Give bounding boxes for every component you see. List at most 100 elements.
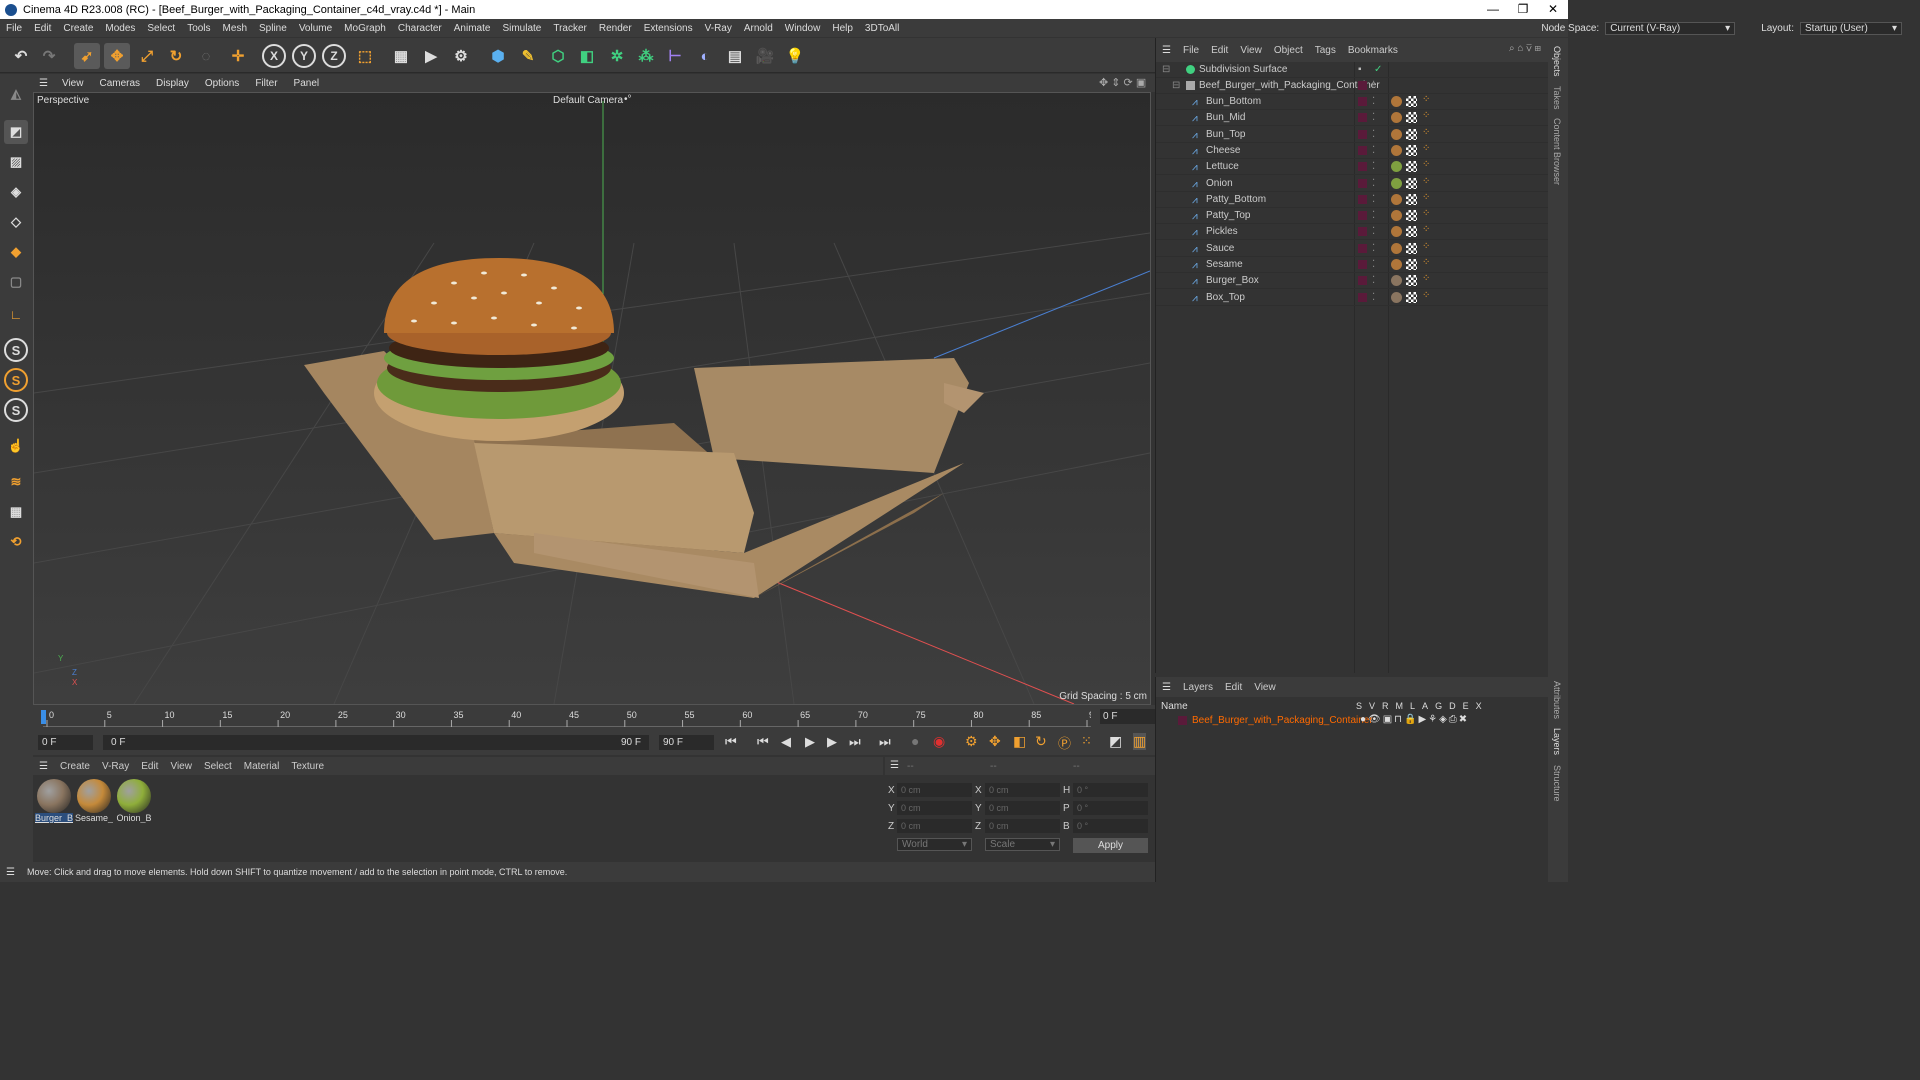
menu-animate[interactable]: Animate <box>448 23 497 34</box>
workplane-snap-icon[interactable]: S <box>4 398 28 422</box>
timeline-layout-icon[interactable]: ▥ <box>1133 733 1147 750</box>
visibility-dots-icon[interactable]: ⁚ <box>1372 194 1375 205</box>
uvw-tag-icon[interactable] <box>1406 275 1417 287</box>
layer-color-swatch[interactable] <box>1358 260 1367 269</box>
viewport-menu-filter[interactable]: Filter <box>247 78 285 89</box>
visibility-dots-icon[interactable]: ⁚ <box>1372 275 1375 286</box>
layer-menu-layers[interactable]: Layers <box>1177 682 1219 693</box>
object-row[interactable]: ⩘ Bun_Top ⁚ ⁘ <box>1156 127 1549 143</box>
menu-file[interactable]: File <box>0 23 28 34</box>
material-slot[interactable]: Onion_B <box>115 779 153 823</box>
vray-tag-icon[interactable]: ⁘ <box>1422 127 1430 138</box>
material-tag-icon[interactable] <box>1391 177 1402 189</box>
make-editable-icon[interactable]: ◭ <box>4 82 28 106</box>
hamburger-icon[interactable]: ☰ <box>890 760 899 771</box>
menu-mesh[interactable]: Mesh <box>217 23 253 34</box>
tab-takes[interactable]: Takes <box>1552 86 1562 110</box>
menu-help[interactable]: Help <box>826 23 859 34</box>
enabled-check-icon[interactable]: ✓ <box>1374 64 1382 75</box>
object-row[interactable]: ⩘ Patty_Bottom ⁚ ⁘ <box>1156 192 1549 208</box>
visibility-dots-icon[interactable]: ⁚ <box>1372 161 1375 172</box>
hamburger-icon[interactable]: ☰ <box>0 867 21 878</box>
menu-create[interactable]: Create <box>57 23 99 34</box>
close-button[interactable]: ✕ <box>1538 0 1568 19</box>
uvw-tag-icon[interactable] <box>1406 291 1417 303</box>
tweak-icon[interactable]: ☝ <box>4 434 28 458</box>
goto-end-icon[interactable]: ⏭ <box>879 734 891 750</box>
tab-content-browser[interactable]: Content Browser <box>1552 118 1562 185</box>
material-tag-icon[interactable] <box>1391 242 1402 254</box>
viewport-navigation-icons[interactable]: ✥ ⇕ ⟳ ▣ <box>1091 76 1154 89</box>
menu-mograph[interactable]: MoGraph <box>338 23 392 34</box>
uvw-tag-icon[interactable] <box>1406 144 1417 156</box>
object-menu-bookmarks[interactable]: Bookmarks <box>1342 45 1404 56</box>
render-settings-icon[interactable]: ⚙ <box>448 43 474 69</box>
layer-color-swatch[interactable] <box>1358 178 1367 188</box>
coordinate-system-select[interactable]: World ▾ <box>897 838 972 851</box>
coordinate-system-icon[interactable]: ⬚ <box>352 43 378 69</box>
transform-tool-icon[interactable]: ✛ <box>225 43 251 69</box>
workplane-icon[interactable]: ≋ <box>4 470 28 494</box>
visibility-dots-icon[interactable]: ⁚ <box>1372 96 1375 107</box>
prev-frame-icon[interactable]: ◀ <box>781 734 791 750</box>
hamburger-icon[interactable]: ☰ <box>1156 45 1177 56</box>
maximize-button[interactable]: ❐ <box>1508 0 1538 19</box>
timeline-ruler[interactable]: 0 5 10 15 20 25 30 35 40 45 50 55 60 65 70 75 80 85 90 0 F <box>33 705 1155 730</box>
visibility-dots-icon[interactable]: ⁚ <box>1372 112 1375 123</box>
object-row[interactable]: ⩘ Bun_Bottom ⁚ ⁘ <box>1156 94 1549 110</box>
polygon-mode-icon[interactable]: ◆ <box>4 240 28 264</box>
undo-icon[interactable]: ↶ <box>8 43 34 69</box>
material-slot[interactable]: Burger_B <box>35 779 73 823</box>
object-row[interactable]: ⩘ Lettuce ⁚ ⁘ <box>1156 159 1549 176</box>
visibility-dots-icon[interactable]: ⁚ <box>1372 292 1375 303</box>
playhead[interactable] <box>41 710 46 724</box>
layer-color-swatch[interactable] <box>1358 97 1367 106</box>
minimize-button[interactable]: — <box>1478 0 1508 19</box>
object-row[interactable]: ⩘ Pickles ⁚ ⁘ <box>1156 224 1549 241</box>
material-tag-icon[interactable] <box>1391 144 1402 156</box>
redo-icon[interactable]: ↷ <box>36 43 62 69</box>
object-row[interactable]: ⩘ Sauce ⁚ ⁘ <box>1156 241 1549 257</box>
record-keys-icon[interactable]: ● <box>911 733 919 749</box>
hamburger-icon[interactable]: ☰ <box>33 78 54 89</box>
apply-button[interactable]: Apply <box>1073 838 1148 853</box>
hamburger-icon[interactable]: ☰ <box>1156 682 1177 693</box>
size-x-field[interactable]: 0 cm <box>985 783 1060 797</box>
viewport-menu-options[interactable]: Options <box>197 78 247 89</box>
vray-tag-icon[interactable]: ⁘ <box>1422 94 1430 105</box>
material-menu-material[interactable]: Material <box>238 761 286 772</box>
rotation-key-icon[interactable]: ↻ <box>1035 733 1047 750</box>
next-key-icon[interactable]: ⏭ <box>849 734 861 750</box>
material-menu-edit[interactable]: Edit <box>135 761 164 772</box>
edge-mode-icon[interactable]: ◇ <box>4 210 28 234</box>
rotate-tool-icon[interactable]: ↻ <box>163 43 189 69</box>
scale-key-icon[interactable]: ◧ <box>1013 733 1026 750</box>
perspective-viewport[interactable]: Perspective Default Camera •° Grid Spaci… <box>33 92 1151 705</box>
camera-label[interactable]: Default Camera <box>553 95 623 106</box>
vray-tag-icon[interactable]: ⁘ <box>1422 290 1430 301</box>
menu-tools[interactable]: Tools <box>181 23 216 34</box>
tab-structure[interactable]: Structure <box>1552 765 1562 802</box>
search-icon[interactable]: ⌕ ⌂ ⊽ ⊞ <box>1509 43 1541 54</box>
live-selection-icon[interactable]: ➹ <box>74 43 100 69</box>
size-z-field[interactable]: 0 cm <box>985 819 1060 833</box>
uvw-tag-icon[interactable] <box>1406 242 1417 254</box>
deformer-icon[interactable]: ⊢ <box>662 43 688 69</box>
object-menu-tags[interactable]: Tags <box>1309 45 1342 56</box>
parameter-key-icon[interactable]: Ⓟ <box>1058 733 1071 752</box>
material-tag-icon[interactable] <box>1391 210 1402 222</box>
object-row[interactable]: ⩘ Patty_Top ⁚ ⁘ <box>1156 208 1549 225</box>
goto-start-icon[interactable]: ⏮ <box>725 734 737 750</box>
uvw-tag-icon[interactable] <box>1406 128 1417 140</box>
uvw-tag-icon[interactable] <box>1406 259 1417 270</box>
cube-icon[interactable]: ⬢ <box>485 43 511 69</box>
layout-select[interactable]: Startup (User) ▾ <box>1800 21 1902 35</box>
layer-color-swatch[interactable] <box>1358 211 1367 221</box>
layer-color-swatch[interactable] <box>1358 113 1367 123</box>
autokey-icon[interactable]: ◉ <box>933 733 945 750</box>
object-row[interactable]: ⩘ Bun_Mid ⁚ ⁘ <box>1156 110 1549 127</box>
visibility-dots-icon[interactable]: ⁚ <box>1372 226 1375 237</box>
solo-icon[interactable]: ⟲ <box>4 530 28 554</box>
menu-extensions[interactable]: Extensions <box>638 23 699 34</box>
menu-vray[interactable]: V-Ray <box>699 23 738 34</box>
